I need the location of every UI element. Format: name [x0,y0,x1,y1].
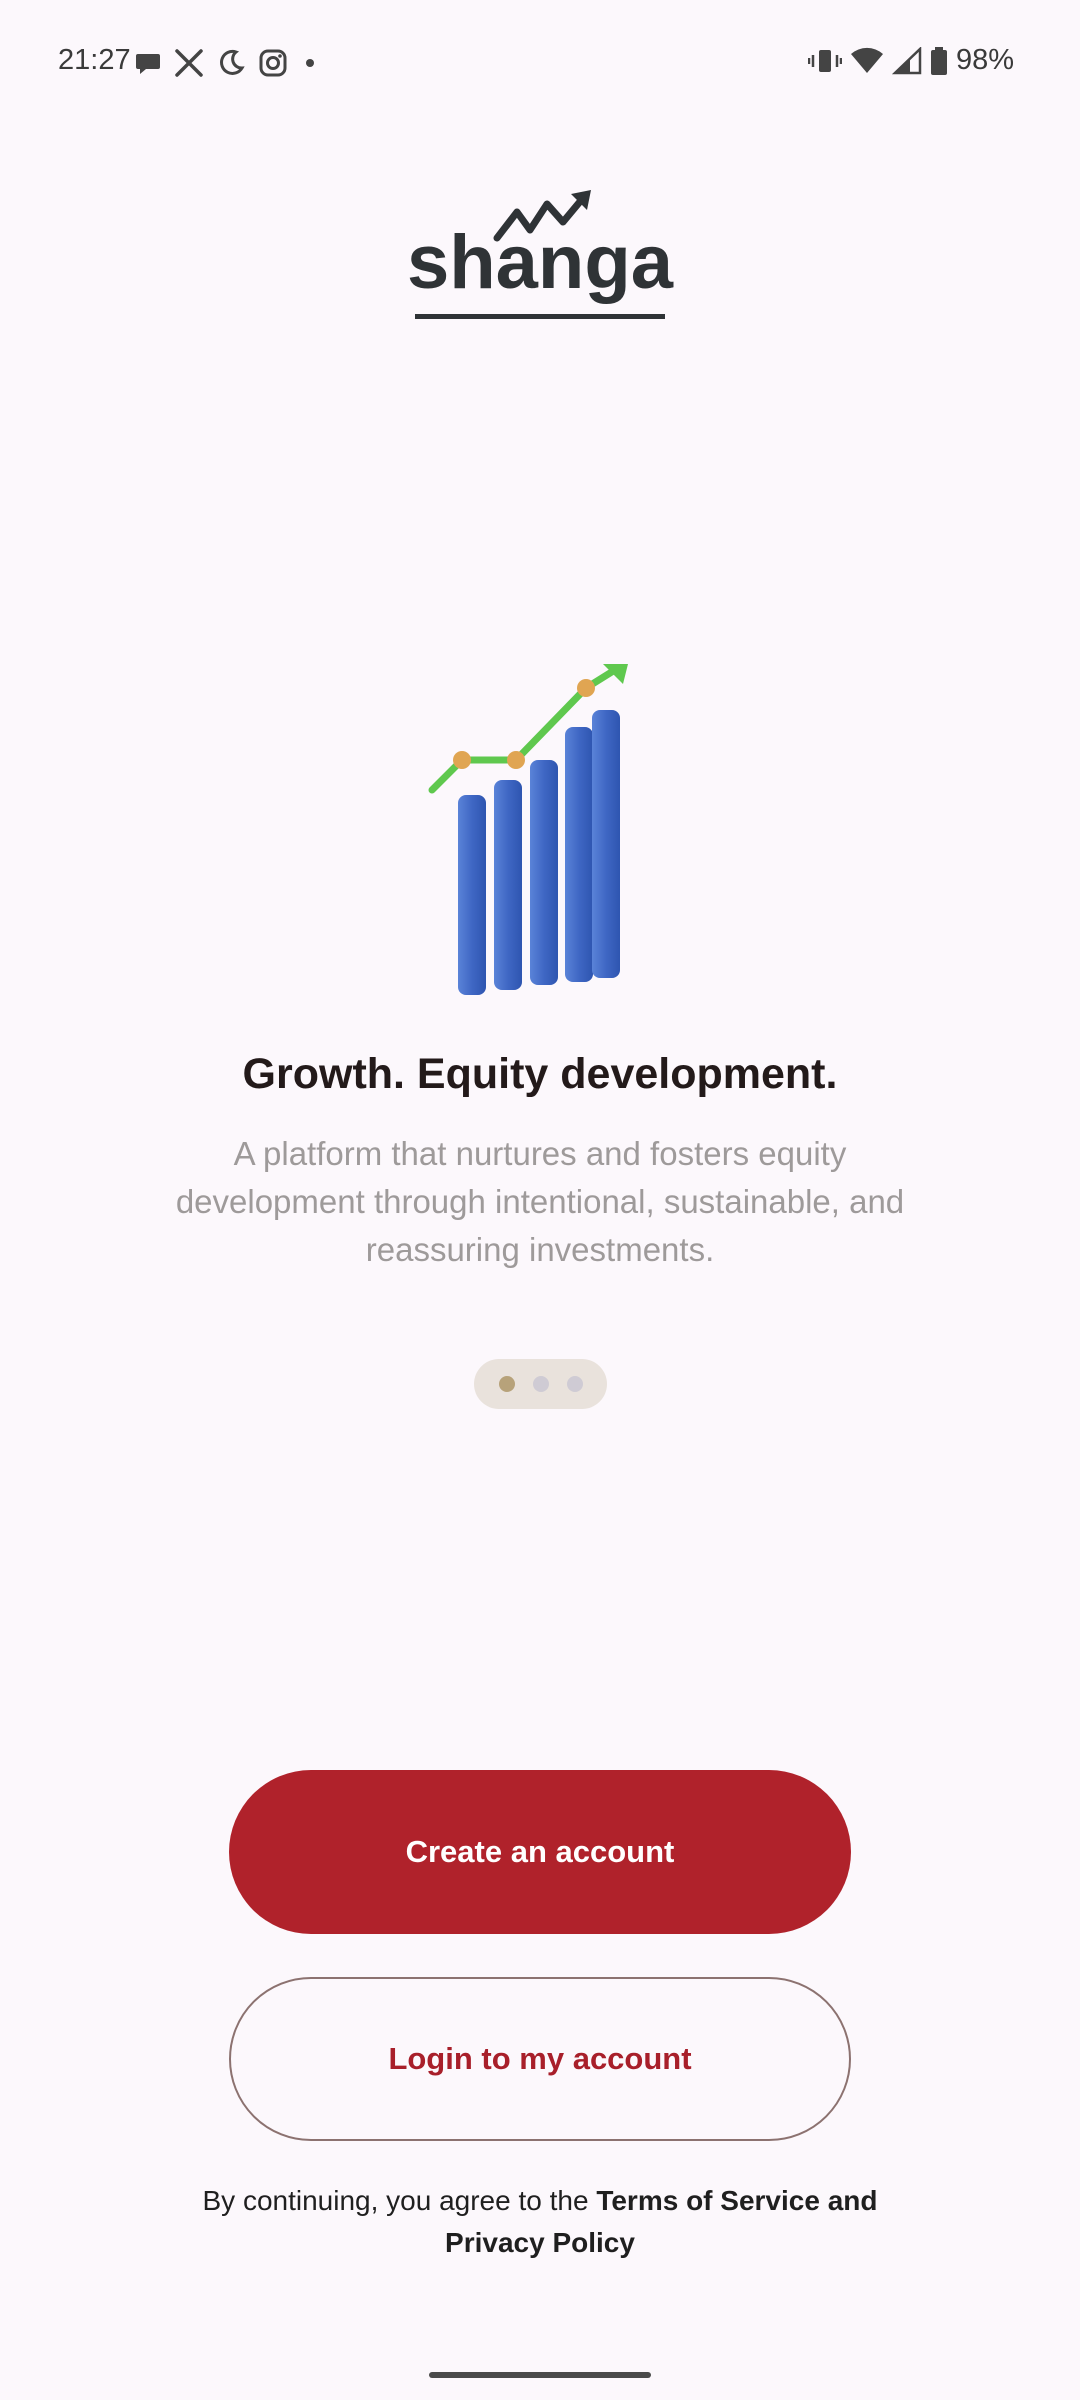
growth-chart-illustration [420,650,640,1010]
onboarding-description: A platform that nurtures and fosters equ… [175,1135,905,1268]
vibrate-icon [807,49,842,72]
logo-text: shanga [407,220,674,305]
create-account-button[interactable]: Create an account [229,1770,851,1934]
notification-dot-icon [306,59,314,67]
shanga-logo: shanga [405,180,675,330]
status-bar: 21:27 98% [0,0,1080,130]
page-dot-3[interactable] [566,1376,583,1392]
wifi-icon [850,47,883,73]
page-dot-2[interactable] [532,1376,549,1392]
chat-bubble-icon [136,54,160,74]
do-not-disturb-moon-icon [220,49,245,75]
status-system-icons: 98% [807,44,1014,77]
onboarding-headline: Growth. Equity development. [242,1050,838,1098]
login-button[interactable]: Login to my account [229,1977,851,2141]
home-indicator[interactable] [429,2372,651,2378]
cell-signal-icon [891,46,922,74]
status-time: 21:27 [58,44,131,76]
battery-icon [930,46,947,75]
terms-prefix: By continuing, you agree to the [202,2185,597,2216]
status-notification-icons [134,48,320,78]
x-logo-icon [175,49,203,77]
terms-notice: By continuing, you agree to the Terms of… [200,2180,880,2264]
page-dot-1[interactable] [498,1376,515,1392]
battery-percentage: 98% [955,44,1014,76]
instagram-icon [259,49,287,77]
page-indicator[interactable] [474,1359,607,1409]
